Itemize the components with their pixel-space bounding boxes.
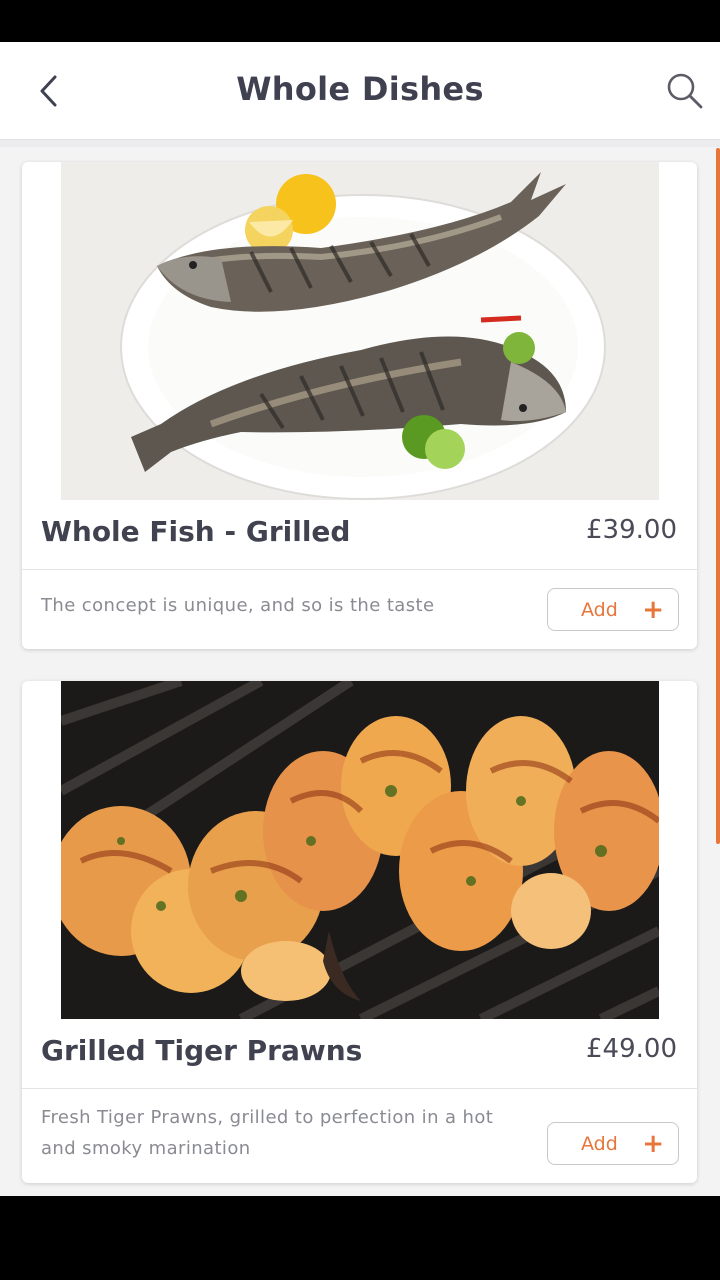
dish-card[interactable]: Whole Fish - Grilled £39.00 The concept … [22,162,697,649]
search-button[interactable] [662,68,708,114]
dish-name: Whole Fish - Grilled [41,515,351,548]
grilled-prawns-photo [61,681,659,1019]
dish-name: Grilled Tiger Prawns [41,1034,363,1067]
header-separator [0,140,720,147]
top-app-bar: Whole Dishes [0,42,720,140]
system-navigation-bar [0,1196,720,1280]
card-divider [22,569,697,570]
search-icon [667,73,703,109]
plus-icon: + [642,1128,664,1159]
add-button-label: Add [581,1132,618,1155]
plus-icon: + [642,594,664,625]
dish-description: The concept is unique, and so is the tas… [41,595,435,616]
grilled-fish-photo [61,162,659,500]
page-title: Whole Dishes [236,70,484,108]
dish-description: Fresh Tiger Prawns, grilled to perfectio… [41,1107,494,1159]
card-divider [22,1088,697,1089]
scrollbar[interactable] [716,148,720,844]
add-to-cart-button[interactable]: Add + [547,1122,679,1165]
status-bar [0,0,720,42]
add-button-label: Add [581,598,618,621]
dish-card[interactable]: Grilled Tiger Prawns £49.00 Fresh Tiger … [22,681,697,1183]
add-to-cart-button[interactable]: Add + [547,588,679,631]
app-screen: Whole Dishes Whole Fish - Grilled £39.00… [0,42,720,1196]
dish-price: £49.00 [586,1034,677,1064]
dish-price: £39.00 [586,515,677,545]
